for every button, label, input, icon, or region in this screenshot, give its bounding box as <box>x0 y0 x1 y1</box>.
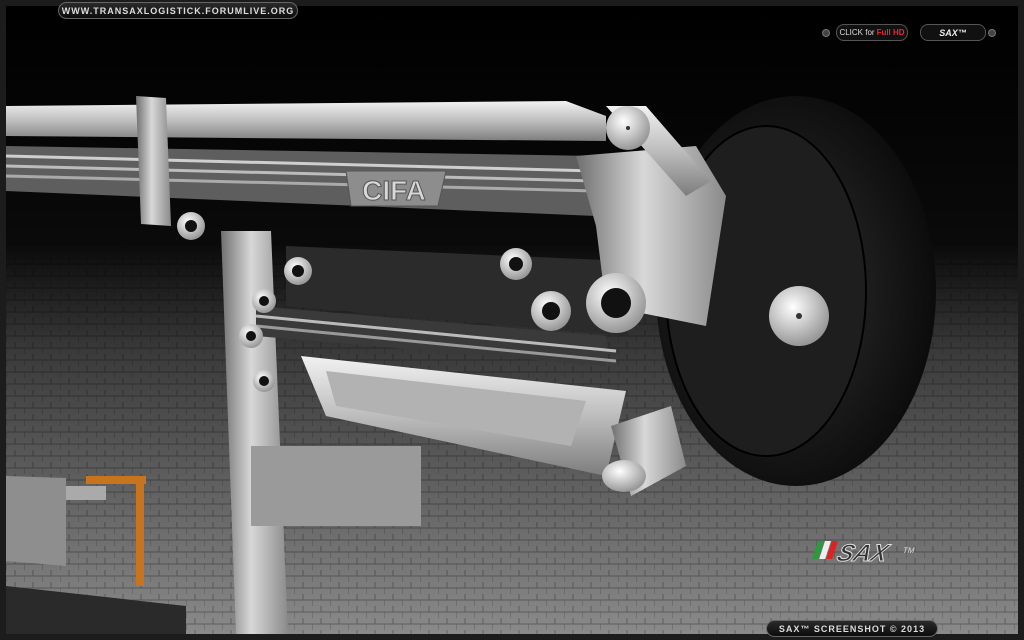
screenshot-frame: CIFA SAX TM <box>0 0 1024 640</box>
support-plate <box>136 96 171 226</box>
render-scene: CIFA SAX TM <box>6 6 1018 634</box>
sax-badge-text: SAX™ <box>939 27 967 38</box>
full-hd-highlight: Full HD <box>876 28 905 37</box>
boom-tube <box>6 101 606 141</box>
svg-text:SAX: SAX <box>834 541 893 567</box>
site-url-banner[interactable]: WWW.TRANSAXLOGISTICK.FORUMLIVE.ORG <box>58 2 298 19</box>
indicator-dot-right <box>988 29 996 37</box>
caption-text: SAX™ SCREENSHOT © 2013 <box>778 623 926 634</box>
site-url-text: WWW.TRANSAXLOGISTICK.FORUMLIVE.ORG <box>61 5 295 16</box>
indicator-dot-left <box>822 29 830 37</box>
sax-brand-badge[interactable]: SAX™ <box>920 24 986 41</box>
full-hd-button[interactable]: CLICK for Full HD <box>836 24 908 41</box>
screenshot-caption: SAX™ SCREENSHOT © 2013 <box>766 620 938 637</box>
full-hd-prefix: CLICK for <box>839 28 875 37</box>
cifa-logo: CIFA <box>362 175 426 206</box>
